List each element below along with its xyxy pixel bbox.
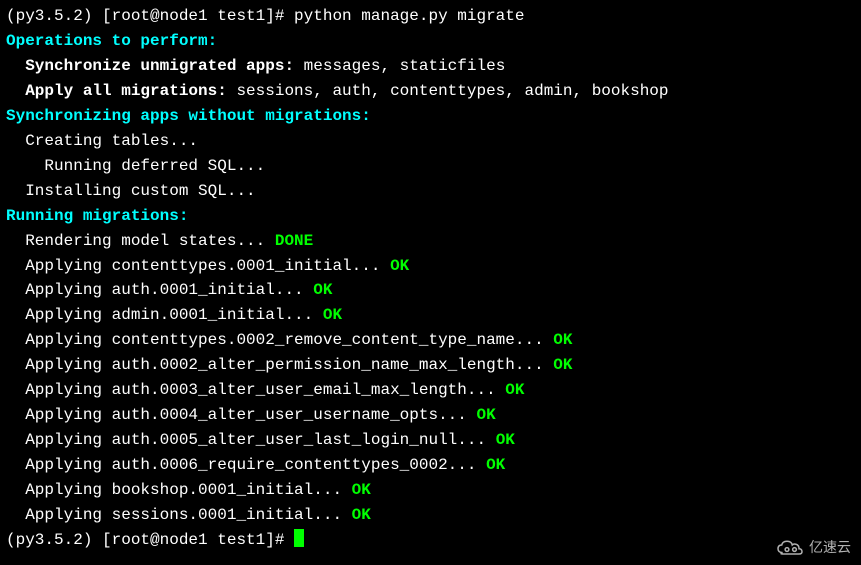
migration-line: Applying admin.0001_initial... OK (6, 303, 855, 328)
migration-line: Applying auth.0001_initial... OK (6, 278, 855, 303)
migration-line: Applying auth.0002_alter_permission_name… (6, 353, 855, 378)
migration-text: Applying bookshop.0001_initial... (6, 481, 352, 499)
apply-migrations-label: Apply all migrations: (6, 82, 236, 100)
migration-text: Applying contenttypes.0001_initial... (6, 257, 390, 275)
migration-line: Applying auth.0004_alter_user_username_o… (6, 403, 855, 428)
running-deferred: Running deferred SQL... (6, 154, 855, 179)
ok-status: OK (352, 481, 371, 499)
migration-line: Applying contenttypes.0002_remove_conten… (6, 328, 855, 353)
ok-status: OK (505, 381, 524, 399)
migration-text: Applying auth.0004_alter_user_username_o… (6, 406, 476, 424)
venv-prefix-end: (py3.5.2) (6, 531, 102, 549)
installing-custom: Installing custom SQL... (6, 179, 855, 204)
migration-line: Applying sessions.0001_initial... OK (6, 503, 855, 528)
migration-line: Applying auth.0003_alter_user_email_max_… (6, 378, 855, 403)
sync-without-header: Synchronizing apps without migrations: (6, 104, 855, 129)
migrations-list: Applying contenttypes.0001_initial... OK… (6, 254, 855, 528)
migration-line: Applying bookshop.0001_initial... OK (6, 478, 855, 503)
watermark-text: 亿速云 (809, 537, 851, 559)
migration-text: Applying auth.0006_require_contenttypes_… (6, 456, 486, 474)
venv-prefix: (py3.5.2) (6, 7, 102, 25)
ok-status: OK (323, 306, 342, 324)
ok-status: OK (313, 281, 332, 299)
ok-status: OK (390, 257, 409, 275)
done-status: DONE (275, 232, 313, 250)
ok-status: OK (553, 356, 572, 374)
migration-line: Applying contenttypes.0001_initial... OK (6, 254, 855, 279)
migration-text: Applying contenttypes.0002_remove_conten… (6, 331, 553, 349)
terminal-output: (py3.5.2) [root@node1 test1]# python man… (6, 4, 855, 553)
migration-text: Applying auth.0002_alter_permission_name… (6, 356, 553, 374)
ok-status: OK (352, 506, 371, 524)
cursor[interactable] (294, 529, 304, 547)
ok-status: OK (476, 406, 495, 424)
ok-status: OK (496, 431, 515, 449)
running-migrations-header: Running migrations: (6, 204, 855, 229)
migration-text: Applying auth.0001_initial... (6, 281, 313, 299)
rendering-states: Rendering model states... (6, 232, 275, 250)
migration-text: Applying auth.0003_alter_user_email_max_… (6, 381, 505, 399)
migration-line: Applying auth.0005_alter_user_last_login… (6, 428, 855, 453)
migration-text: Applying admin.0001_initial... (6, 306, 323, 324)
apply-migrations-line: Apply all migrations: sessions, auth, co… (6, 79, 855, 104)
sync-apps-value: messages, staticfiles (304, 57, 506, 75)
migration-text: Applying sessions.0001_initial... (6, 506, 352, 524)
migration-line: Applying auth.0006_require_contenttypes_… (6, 453, 855, 478)
cloud-icon (775, 539, 805, 557)
user-host-end: [root@node1 test1]# (102, 531, 294, 549)
watermark: 亿速云 (775, 537, 851, 559)
migration-text: Applying auth.0005_alter_user_last_login… (6, 431, 496, 449)
prompt-end-line: (py3.5.2) [root@node1 test1]# (6, 528, 855, 553)
user-host: [root@node1 test1]# (102, 7, 294, 25)
ok-status: OK (553, 331, 572, 349)
rendering-states-line: Rendering model states... DONE (6, 229, 855, 254)
sync-apps-line: Synchronize unmigrated apps: messages, s… (6, 54, 855, 79)
prompt-line: (py3.5.2) [root@node1 test1]# python man… (6, 4, 855, 29)
creating-tables: Creating tables... (6, 129, 855, 154)
apply-migrations-value: sessions, auth, contenttypes, admin, boo… (236, 82, 668, 100)
operations-header: Operations to perform: (6, 29, 855, 54)
ok-status: OK (486, 456, 505, 474)
command: python manage.py migrate (294, 7, 524, 25)
sync-apps-label: Synchronize unmigrated apps: (6, 57, 304, 75)
